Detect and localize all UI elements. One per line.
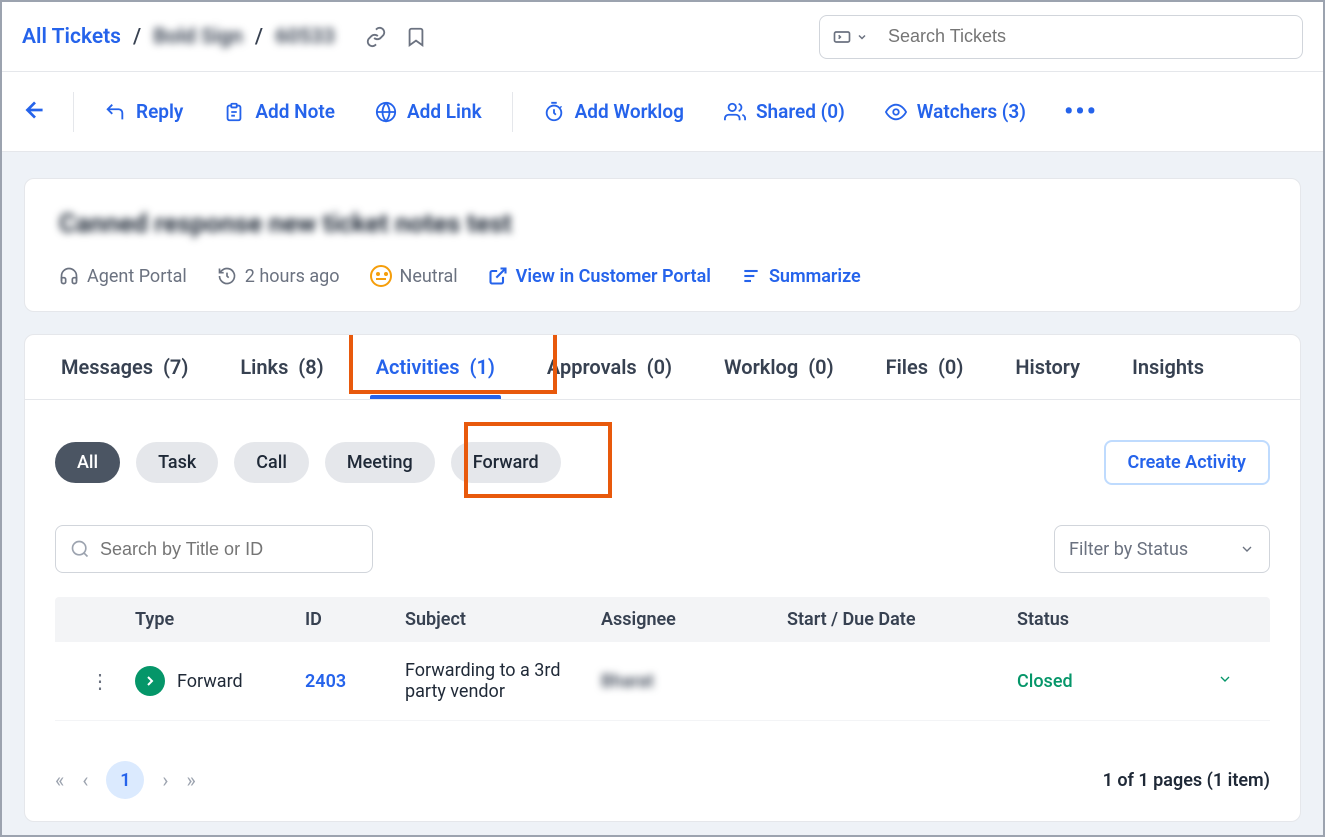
forward-icon [135, 666, 165, 696]
reply-button[interactable]: Reply [94, 94, 193, 129]
activity-subject: Forwarding to a 3rd party vendor [405, 660, 601, 702]
tab-activities[interactable]: Activities (1) [370, 335, 501, 399]
breadcrumb-ticket-number[interactable]: 60533 [275, 25, 335, 49]
tab-links[interactable]: Links (8) [234, 335, 329, 399]
chevron-down-icon[interactable] [856, 31, 868, 43]
table-row[interactable]: ⋮ Forward 2403 Forwarding to a 3rd party… [55, 642, 1270, 721]
page-prev[interactable]: ‹ [82, 768, 88, 792]
activities-table: Type ID Subject Assignee Start / Due Dat… [55, 597, 1270, 721]
col-subject: Subject [405, 609, 601, 630]
global-search[interactable] [819, 15, 1303, 59]
ticket-summary-card: Canned response new ticket notes test Ag… [24, 178, 1301, 312]
chevron-down-icon [1239, 541, 1255, 557]
sentiment-indicator: Neutral [370, 265, 458, 287]
search-tickets-input[interactable] [888, 26, 1290, 47]
add-link-button[interactable]: Add Link [365, 94, 492, 129]
chip-call[interactable]: Call [234, 442, 309, 483]
neutral-face-icon [370, 265, 392, 287]
tab-files[interactable]: Files (0) [880, 335, 970, 399]
shared-button[interactable]: Shared (0) [714, 94, 855, 129]
page-next[interactable]: › [162, 768, 168, 792]
tab-worklog[interactable]: Worklog (0) [718, 335, 840, 399]
create-activity-button[interactable]: Create Activity [1104, 440, 1270, 485]
back-button[interactable] [22, 97, 48, 127]
tab-insights[interactable]: Insights [1126, 335, 1210, 399]
activity-search-input[interactable] [100, 539, 358, 560]
chip-task[interactable]: Task [136, 442, 218, 483]
breadcrumb-project[interactable]: Bold Sign [153, 25, 243, 49]
topbar: All Tickets / Bold Sign / 60533 [2, 2, 1323, 72]
filter-by-status[interactable]: Filter by Status [1054, 525, 1270, 573]
col-date: Start / Due Date [787, 609, 1017, 630]
ticket-icon [832, 27, 878, 47]
chip-meeting[interactable]: Meeting [325, 442, 435, 483]
page-summary: 1 of 1 pages (1 item) [1103, 770, 1270, 791]
tabs-row: Messages (7) Links (8) Activities (1) Appro… [25, 335, 1300, 400]
col-assignee: Assignee [601, 609, 787, 630]
activity-id[interactable]: 2403 [305, 671, 405, 692]
tabs-card: Messages (7) Links (8) Activities (1) Appro… [24, 334, 1301, 822]
search-icon [70, 539, 90, 559]
row-menu-icon[interactable]: ⋮ [65, 669, 135, 693]
pagination: « ‹ 1 › » [55, 761, 196, 799]
view-in-customer-portal[interactable]: View in Customer Portal [488, 266, 711, 287]
activity-search[interactable] [55, 525, 373, 573]
add-note-button[interactable]: Add Note [213, 94, 345, 129]
page-last[interactable]: » [186, 768, 195, 792]
activity-assignee: Bharat [601, 671, 787, 692]
row-expand[interactable] [1217, 671, 1257, 692]
summarize-button[interactable]: Summarize [741, 266, 861, 287]
more-actions-button[interactable]: ••• [1056, 97, 1106, 127]
chip-forward[interactable]: Forward [451, 442, 561, 483]
link-icon[interactable] [365, 26, 387, 48]
bookmark-icon[interactable] [405, 26, 427, 48]
col-status: Status [1017, 609, 1217, 630]
add-worklog-button[interactable]: Add Worklog [533, 94, 694, 129]
page-current[interactable]: 1 [106, 761, 144, 799]
tab-approvals[interactable]: Approvals (0) [541, 335, 678, 399]
page-first[interactable]: « [55, 768, 64, 792]
col-type: Type [135, 609, 305, 630]
source-indicator: Agent Portal [59, 266, 187, 287]
watchers-button[interactable]: Watchers (3) [875, 94, 1036, 129]
tab-messages[interactable]: Messages (7) [55, 335, 194, 399]
time-indicator: 2 hours ago [217, 266, 340, 287]
chip-all[interactable]: All [55, 442, 120, 483]
col-id: ID [305, 609, 405, 630]
activity-status: Closed [1017, 671, 1217, 692]
breadcrumb: All Tickets / Bold Sign / 60533 [22, 25, 427, 49]
breadcrumb-root[interactable]: All Tickets [22, 25, 121, 49]
toolbar: Reply Add Note Add Link Add Worklog Shar… [2, 72, 1323, 152]
ticket-title: Canned response new ticket notes test [59, 209, 1266, 239]
tab-history[interactable]: History [1009, 335, 1086, 399]
